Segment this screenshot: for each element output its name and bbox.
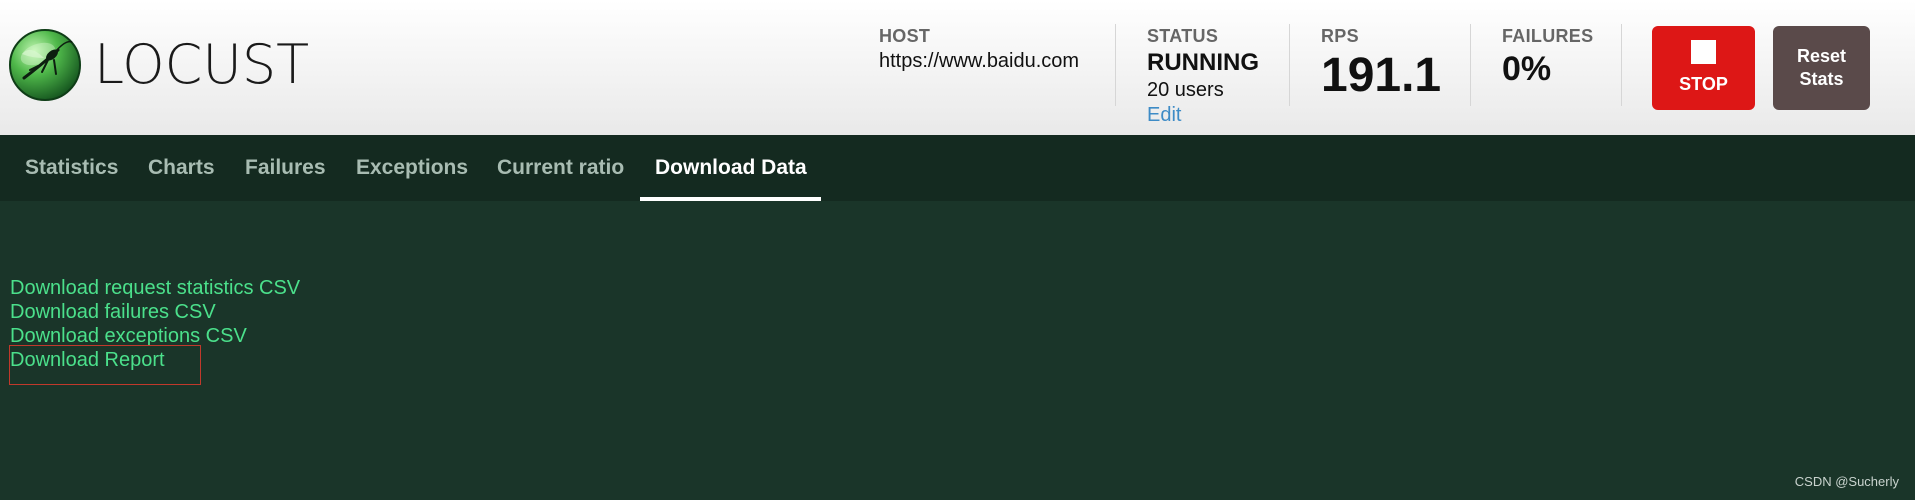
stop-button[interactable]: STOP — [1652, 26, 1755, 110]
header: LOCUST HOST https://www.baidu.com STATUS… — [0, 0, 1915, 135]
tab-download-data[interactable]: Download Data — [655, 135, 807, 201]
host-value: https://www.baidu.com — [879, 50, 1080, 72]
reset-stats-label: Reset Stats — [1773, 45, 1870, 91]
stop-label: STOP — [1679, 74, 1728, 94]
rps-stat: RPS 191.1 — [1321, 24, 1441, 104]
download-failures-csv-link[interactable]: Download failures CSV — [10, 300, 300, 324]
tab-current-ratio[interactable]: Current ratio — [497, 135, 624, 201]
failures-label: FAILURES — [1502, 26, 1594, 46]
watermark: CSDN @Sucherly — [1794, 474, 1899, 489]
report-highlight-box — [9, 345, 201, 385]
rps-label: RPS — [1321, 26, 1359, 46]
status-label: STATUS — [1147, 26, 1219, 46]
reset-label-line1: Reset — [1796, 46, 1847, 66]
tab-statistics[interactable]: Statistics — [25, 135, 118, 201]
stop-square-icon — [1691, 40, 1716, 64]
rps-value: 191.1 — [1321, 49, 1442, 102]
tab-bar: Statistics Charts Failures Exceptions Cu… — [0, 135, 1915, 201]
logo-text: LOCUST — [94, 33, 310, 96]
locust-logo[interactable]: LOCUST — [8, 28, 312, 104]
host-stat: HOST https://www.baidu.com — [879, 24, 1079, 74]
host-label: HOST — [879, 26, 931, 46]
divider — [1470, 24, 1471, 106]
edit-users-link[interactable]: Edit — [1147, 102, 1259, 128]
tab-charts[interactable]: Charts — [148, 135, 215, 201]
divider — [1115, 24, 1116, 106]
tab-exceptions[interactable]: Exceptions — [356, 135, 468, 201]
tab-failures[interactable]: Failures — [245, 135, 326, 201]
status-value: RUNNING — [1147, 49, 1259, 76]
active-tab-indicator — [640, 197, 821, 201]
divider — [1621, 24, 1622, 106]
failures-stat: FAILURES 0% — [1502, 24, 1593, 90]
locust-insect-icon — [9, 29, 81, 101]
reset-stats-button[interactable]: Reset Stats — [1773, 26, 1870, 110]
failures-value: 0% — [1502, 50, 1552, 88]
download-request-stats-csv-link[interactable]: Download request statistics CSV — [10, 276, 300, 300]
user-count: 20 users — [1147, 79, 1224, 101]
reset-label-line2: Stats — [1799, 69, 1844, 89]
status-stat: STATUS RUNNING 20 users Edit — [1147, 24, 1259, 128]
divider — [1289, 24, 1290, 106]
